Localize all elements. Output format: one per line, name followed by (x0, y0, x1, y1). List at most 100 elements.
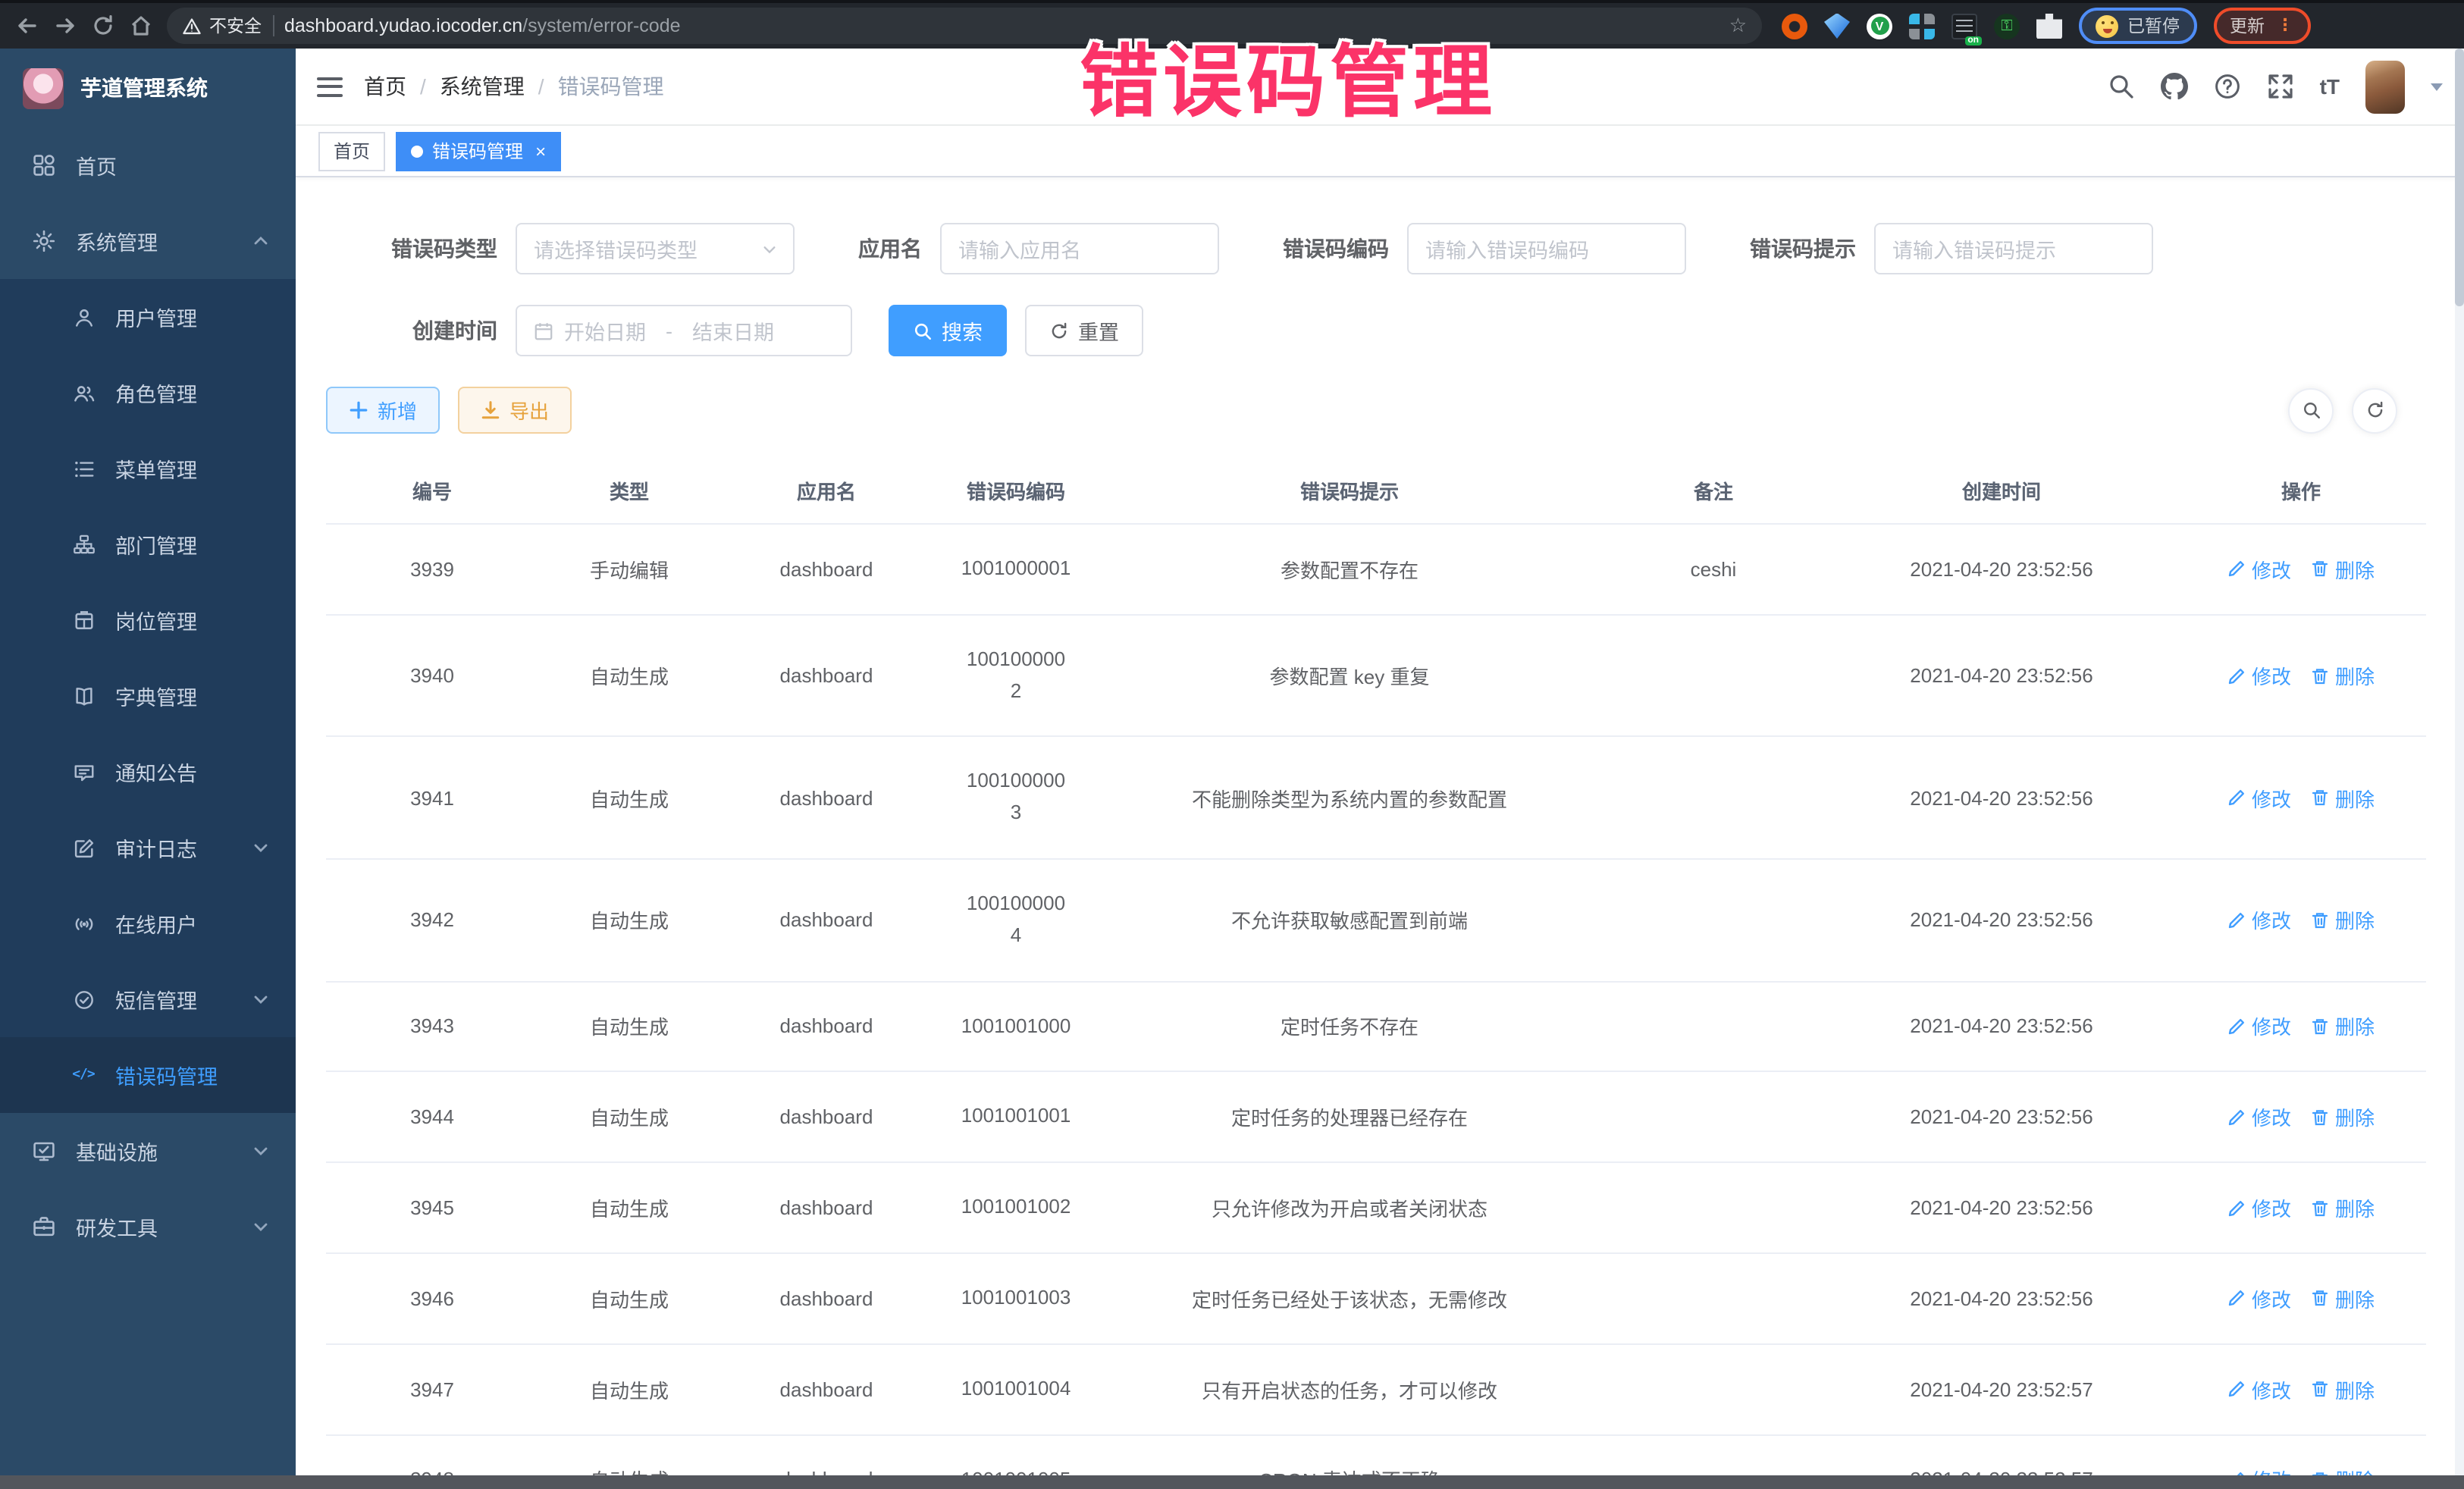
edit-link[interactable]: 修改 (2227, 906, 2291, 935)
delete-link[interactable]: 删除 (2311, 555, 2375, 584)
edit-link[interactable]: 修改 (2227, 661, 2291, 690)
delete-link[interactable]: 删除 (2311, 1284, 2375, 1313)
fullscreen-icon[interactable] (2267, 73, 2294, 100)
sidebar-item-user-management[interactable]: 用户管理 (0, 279, 296, 355)
trash-icon (2311, 788, 2329, 807)
viewport: 不安全 dashboard.yudao.iocoder.cn/system/er… (0, 0, 2464, 1489)
delete-link[interactable]: 删除 (2311, 1465, 2375, 1475)
extensions-puzzle-icon[interactable] (2036, 13, 2062, 39)
error-hint-input[interactable]: 请输入错误码提示 (1874, 223, 2153, 274)
export-button[interactable]: 导出 (458, 387, 572, 434)
app-name-input[interactable]: 请输入应用名 (940, 223, 1219, 274)
edit-link[interactable]: 修改 (2227, 1284, 2291, 1313)
create-time-range-picker[interactable]: 开始日期 - 结束日期 (516, 305, 852, 356)
paused-extension-chip[interactable]: 已暂停 (2079, 8, 2196, 44)
cell-time: 2021-04-20 23:52:56 (1827, 524, 2176, 615)
refresh-table-button[interactable] (2352, 387, 2397, 433)
col-header-type: 类型 (538, 458, 720, 524)
sidebar-item-system-management[interactable]: 系统管理 (0, 203, 296, 279)
sidebar-item-notice-announcement[interactable]: 通知公告 (0, 734, 296, 810)
url-text[interactable]: dashboard.yudao.iocoder.cn/system/error-… (284, 15, 1719, 36)
toggle-search-button[interactable] (2288, 387, 2334, 433)
forward-icon[interactable] (53, 14, 77, 38)
sidebar-item-menu-management[interactable]: 菜单管理 (0, 431, 296, 506)
extension-list-icon[interactable] (1951, 13, 1977, 39)
trash-icon (2311, 911, 2329, 929)
window-bottom-edge (0, 1475, 2464, 1489)
warning-triangle-icon (182, 16, 202, 36)
delete-link[interactable]: 删除 (2311, 661, 2375, 690)
sidebar-item-post-management[interactable]: 岗位管理 (0, 582, 296, 658)
delete-link[interactable]: 删除 (2311, 783, 2375, 812)
sidebar-item-role-management[interactable]: 角色管理 (0, 355, 296, 431)
sidebar-item-department-management[interactable]: 部门管理 (0, 506, 296, 582)
delete-link[interactable]: 删除 (2311, 1193, 2375, 1222)
back-icon[interactable] (15, 14, 39, 38)
edit-pencil-icon (2227, 911, 2246, 929)
table-row: 3945自动生成dashboard1001001002只允许修改为开启或者关闭状… (326, 1162, 2426, 1253)
extension-key-icon[interactable]: ⚿ (1994, 13, 2020, 39)
help-icon[interactable] (2214, 73, 2241, 100)
edit-link[interactable]: 修改 (2227, 1193, 2291, 1222)
cell-hint: 不允许获取敏感配置到前端 (1099, 859, 1600, 981)
app-logo-area[interactable]: 芋道管理系统 (0, 49, 296, 127)
tags-view-bar: 首页 错误码管理 × (296, 126, 2464, 177)
security-warning[interactable]: 不安全 (182, 14, 262, 38)
edit-link[interactable]: 修改 (2227, 1375, 2291, 1403)
extension-gem-icon[interactable] (1824, 13, 1850, 39)
sidebar-item-label: 字典管理 (115, 681, 197, 711)
extension-green-icon[interactable]: V (1867, 13, 1892, 39)
avatar-caret-down-icon[interactable] (2431, 83, 2443, 96)
delete-link[interactable]: 删除 (2311, 1012, 2375, 1041)
delete-link[interactable]: 删除 (2311, 1103, 2375, 1132)
breadcrumb-system[interactable]: 系统管理 (440, 71, 525, 102)
tag-home[interactable]: 首页 (318, 131, 385, 171)
tag-error-code-management[interactable]: 错误码管理 × (396, 131, 561, 171)
cell-time: 2021-04-20 23:52:56 (1827, 737, 2176, 859)
cell-remark (1600, 1434, 1827, 1475)
edit-link[interactable]: 修改 (2227, 1465, 2291, 1475)
extension-grid-icon[interactable] (1909, 13, 1935, 39)
reset-button[interactable]: 重置 (1025, 305, 1143, 356)
sidebar-item-dict-management[interactable]: 字典管理 (0, 658, 296, 734)
bookmark-star-icon[interactable]: ☆ (1729, 14, 1747, 38)
home-icon[interactable] (129, 14, 153, 38)
font-size-icon[interactable]: tT (2320, 74, 2340, 99)
search-button[interactable]: 搜索 (889, 305, 1007, 356)
extension-orange-icon[interactable] (1782, 13, 1807, 39)
sidebar-item-infrastructure[interactable]: 基础设施 (0, 1113, 296, 1189)
input-placeholder: 请输入错误码编码 (1425, 234, 1589, 264)
cell-remark (1600, 1344, 1827, 1435)
sidebar-item-online-users[interactable]: 在线用户 (0, 886, 296, 961)
breadcrumb-home[interactable]: 首页 (364, 71, 406, 102)
cell-remark (1600, 737, 1827, 859)
tag-close-icon[interactable]: × (535, 140, 546, 161)
error-code-input[interactable]: 请输入错误码编码 (1407, 223, 1686, 274)
page-scrollbar[interactable] (2455, 49, 2464, 1475)
edit-link[interactable]: 修改 (2227, 1012, 2291, 1041)
error-type-select[interactable]: 请选择错误码类型 (516, 223, 795, 274)
sidebar-item-audit-log[interactable]: 审计日志 (0, 810, 296, 886)
user-avatar[interactable] (2365, 60, 2405, 113)
scrollbar-thumb[interactable] (2455, 49, 2464, 306)
edit-link[interactable]: 修改 (2227, 783, 2291, 812)
kebab-menu-icon[interactable]: ⋮ (2277, 23, 2293, 29)
reload-icon[interactable] (91, 14, 115, 38)
github-icon[interactable] (2161, 73, 2188, 100)
update-chip[interactable]: 更新 ⋮ (2213, 8, 2310, 44)
address-bar[interactable]: 不安全 dashboard.yudao.iocoder.cn/system/er… (167, 8, 1762, 44)
sidebar-item-devtools[interactable]: 研发工具 (0, 1189, 296, 1265)
sidebar-item-error-code-management[interactable]: </> 错误码管理 (0, 1037, 296, 1113)
cell-type: 自动生成 (538, 1344, 720, 1435)
search-icon[interactable] (2108, 73, 2135, 100)
sidebar-item-sms-management[interactable]: 短信管理 (0, 961, 296, 1037)
active-tag-dot (411, 145, 423, 157)
cell-hint: 参数配置不存在 (1099, 524, 1600, 615)
delete-link[interactable]: 删除 (2311, 1375, 2375, 1403)
edit-link[interactable]: 修改 (2227, 555, 2291, 584)
hamburger-icon[interactable] (317, 77, 343, 96)
sidebar-item-home[interactable]: 首页 (0, 127, 296, 203)
delete-link[interactable]: 删除 (2311, 906, 2375, 935)
edit-link[interactable]: 修改 (2227, 1103, 2291, 1132)
add-button[interactable]: 新增 (326, 387, 440, 434)
